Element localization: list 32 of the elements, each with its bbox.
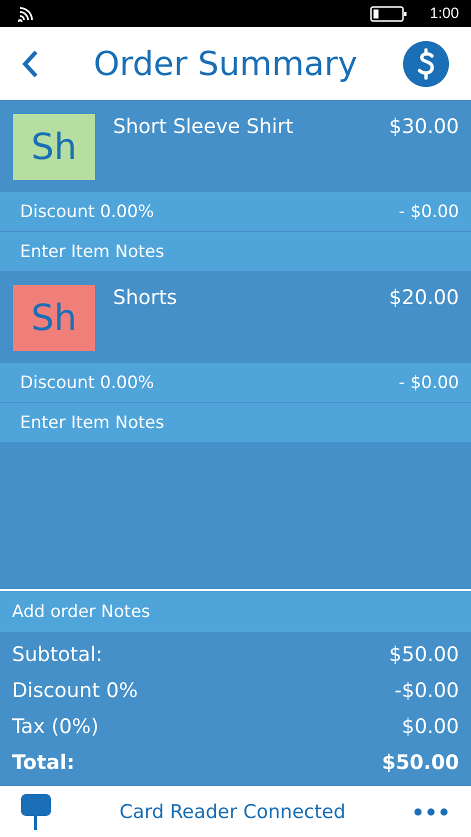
total-label: Total: xyxy=(12,750,75,774)
discount-label: Discount 0.00% xyxy=(20,202,154,222)
page-title: Order Summary xyxy=(92,44,358,83)
more-icon[interactable] xyxy=(413,806,449,816)
battery-icon xyxy=(370,6,408,22)
dollar-icon[interactable] xyxy=(403,40,449,86)
clock-time: 1:00 xyxy=(430,5,459,22)
item-name: Shorts xyxy=(112,285,178,309)
card-reader-icon[interactable] xyxy=(20,792,52,832)
total-label: Subtotal: xyxy=(12,642,103,666)
total-label: Tax (0%) xyxy=(12,714,99,738)
item-thumbnail: Sh xyxy=(13,285,95,351)
item-notes-field[interactable]: Enter Item Notes xyxy=(0,232,471,272)
item-price: $30.00 xyxy=(389,114,459,138)
item-price: $20.00 xyxy=(389,285,459,309)
total-value: -$0.00 xyxy=(394,678,459,702)
order-notes-field[interactable]: Add order Notes xyxy=(0,591,471,632)
connection-status: Card Reader Connected xyxy=(119,800,346,822)
total-label: Discount 0% xyxy=(12,678,138,702)
signal-icon xyxy=(18,6,34,22)
total-value: $50.00 xyxy=(389,642,459,666)
discount-amount: - $0.00 xyxy=(398,372,459,392)
item-thumbnail: Sh xyxy=(13,114,95,180)
back-button[interactable] xyxy=(20,48,40,78)
discount-amount: - $0.00 xyxy=(398,202,459,222)
total-value: $0.00 xyxy=(402,714,459,738)
discount-label: Discount 0.00% xyxy=(20,372,154,392)
item-name: Short Sleeve Shirt xyxy=(112,114,294,138)
total-value: $50.00 xyxy=(382,750,459,774)
discount-row[interactable]: Discount 0.00% - $0.00 xyxy=(0,192,471,232)
item-notes-field[interactable]: Enter Item Notes xyxy=(0,403,471,443)
discount-row[interactable]: Discount 0.00% - $0.00 xyxy=(0,363,471,403)
